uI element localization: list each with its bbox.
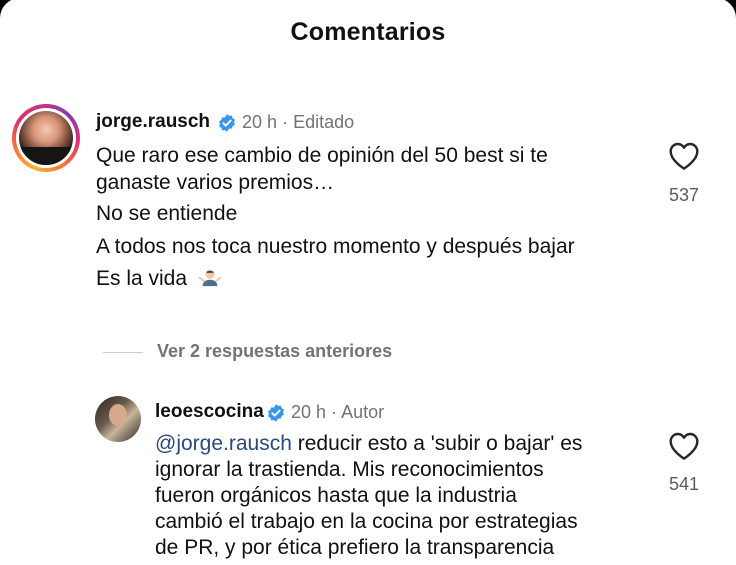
- like-count: 537: [668, 185, 700, 205]
- verified-badge-icon: [219, 114, 235, 132]
- replies-divider: [103, 352, 143, 353]
- avatar-leoescocina[interactable]: [95, 396, 141, 442]
- like-heart-icon[interactable]: [668, 141, 700, 171]
- reply-author-badge: Autor: [341, 402, 385, 422]
- meta-separator: ·: [282, 112, 289, 132]
- sheet-corner-left: [0, 0, 20, 18]
- verified-badge-icon: [268, 404, 284, 422]
- comments-sheet: Comentarios jorge.rausch 20 h · Editado …: [0, 0, 736, 565]
- reply-text-line: cambió el trabajo en la cocina por estra…: [155, 510, 578, 533]
- comment-time: 20 h: [242, 112, 278, 132]
- meta-separator: ·: [331, 402, 338, 422]
- comment-text-line: A todos nos toca nuestro momento y despu…: [96, 235, 575, 258]
- avatar-jorge-rausch[interactable]: [12, 104, 80, 172]
- mention-link[interactable]: @jorge.rausch: [155, 432, 292, 455]
- comment-edited-status: Editado: [293, 112, 355, 132]
- like-count: 541: [668, 474, 700, 494]
- man-shrugging-emoji-icon: [198, 269, 221, 287]
- reply-text: reducir esto a 'subir o bajar' es: [291, 432, 583, 455]
- comment-text-line: ganaste varios premios…: [96, 171, 335, 194]
- sheet-corner-right: [716, 0, 736, 18]
- comment-text-line: No se entiende: [96, 202, 238, 225]
- comment-text-line-with-emoji: Es la vida: [96, 266, 221, 292]
- reply-username[interactable]: leoescocina: [155, 401, 264, 423]
- reply-time: 20 h: [291, 402, 327, 422]
- sheet-title: Comentarios: [290, 18, 446, 46]
- view-previous-replies-link[interactable]: Ver 2 respuestas anteriores: [157, 341, 392, 362]
- comment-text-line: Es la vida: [96, 267, 188, 290]
- like-heart-icon[interactable]: [668, 431, 700, 461]
- reply-text-line: @jorge.rausch reducir esto a 'subir o ba…: [155, 431, 582, 457]
- reply-text-line: de PR, y por ética prefiero la transpare…: [155, 536, 555, 559]
- reply-text-line: ignorar la trastienda. Mis reconocimient…: [155, 458, 544, 481]
- comment-username[interactable]: jorge.rausch: [96, 111, 210, 133]
- comment-text-line: Que raro ese cambio de opinión del 50 be…: [96, 144, 548, 167]
- reply-text-line: fueron orgánicos hasta que la industria: [155, 484, 517, 507]
- reply-meta: 20 h · Autor: [291, 402, 384, 423]
- comment-meta: 20 h · Editado: [242, 112, 354, 133]
